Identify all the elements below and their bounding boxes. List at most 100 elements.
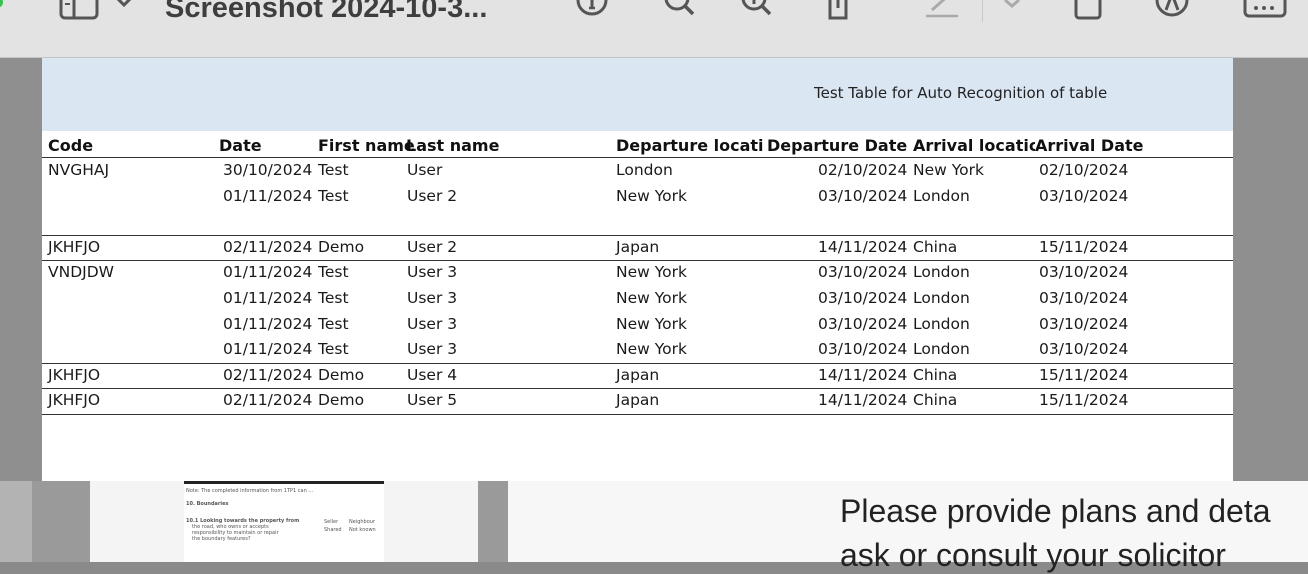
thumbnail-area: Note: The completed information from 1TP… <box>0 481 1308 573</box>
next-page-preview: Please provide plans and deta ask or con… <box>508 481 1308 573</box>
table-row: 01/11/2024 Test User 3 New York 03/10/2024 Lo… <box>42 286 1233 312</box>
table-cell-code: NVGHAJ <box>48 161 110 179</box>
table-title: Test Table for Auto Recognition of table <box>814 84 1108 102</box>
table-cell-dep-date: 02/10/2024 <box>818 161 908 179</box>
zoom-out-icon[interactable] <box>660 0 700 22</box>
thumbnail-option: Seller <box>324 519 339 525</box>
table-cell-dep-loc: New York <box>616 263 687 282</box>
table-row: NVGHAJ 30/10/2024 Test User London 02/10/2024… <box>42 158 1233 184</box>
chevron-down-icon[interactable] <box>112 0 136 22</box>
table-cell-dep-loc: London <box>616 161 673 179</box>
thumbnail-content: Note: The completed information from 1TP… <box>184 481 384 562</box>
table-cell-date: 01/11/2024 <box>223 263 313 282</box>
table-cell-last: User 3 <box>407 340 458 359</box>
thumbnail-question-line: the boundary features? <box>192 536 251 542</box>
toolbar: Screenshot 2024-10-3... <box>0 0 1308 58</box>
header-code: Code <box>48 136 94 155</box>
table-cell-arr-date: 15/11/2024 <box>1039 365 1129 384</box>
table-cell-first: Test <box>318 161 349 179</box>
chevron-down-icon[interactable] <box>1000 0 1024 22</box>
table-cell-arr-loc: London <box>913 263 970 282</box>
table-cell-date: 01/11/2024 <box>223 314 313 333</box>
table-cell-code: VNDJDW <box>48 263 114 282</box>
table-cell-dep-loc: Japan <box>616 391 660 410</box>
highlight-icon[interactable] <box>922 0 962 22</box>
table-cell-last: User 2 <box>407 186 458 205</box>
header-last-name: Last name <box>406 136 500 155</box>
thumbnail-option: Shared <box>324 527 342 533</box>
table-cell-last: User 4 <box>407 365 458 384</box>
thumbnail-heading: 10. Boundaries <box>186 501 229 507</box>
document-title[interactable]: Screenshot 2024-10-3... <box>165 0 487 28</box>
table-header: Code Date First name Last name Departure… <box>42 134 1233 158</box>
table-cell-last: User 5 <box>407 391 458 410</box>
table-cell-first: Demo <box>318 237 365 256</box>
table-cell-arr-date: 03/10/2024 <box>1039 289 1129 307</box>
table-cell-date: 01/11/2024 <box>223 186 313 205</box>
table-cell-arr-date: 02/10/2024 <box>1039 161 1129 179</box>
table-cell-date: 02/11/2024 <box>223 391 313 410</box>
table-cell-last: User <box>407 161 443 179</box>
document-page: Test Table for Auto Recognition of table… <box>42 58 1233 481</box>
thumbnail-rule <box>184 481 384 484</box>
header-departure-location: Departure locatic <box>616 136 764 155</box>
table-cell-first: Test <box>318 314 349 333</box>
table-cell-date: 30/10/2024 <box>223 161 313 179</box>
table-cell-last: User 3 <box>407 289 458 307</box>
table-cell-dep-loc: New York <box>616 314 687 333</box>
table-cell-arr-loc: London <box>913 314 970 333</box>
header-arrival-date: Arrival Date <box>1035 136 1144 155</box>
table-cell-dep-date: 03/10/2024 <box>818 186 908 205</box>
table-cell-dep-date: 03/10/2024 <box>818 314 908 333</box>
window-zoom-button[interactable] <box>0 0 3 8</box>
table-cell-dep-date: 14/11/2024 <box>818 237 908 256</box>
table-cell-arr-date: 03/10/2024 <box>1039 186 1129 205</box>
table-cell-code: JKHFJO <box>48 365 101 384</box>
table-cell-code: JKHFJO <box>48 391 101 410</box>
table-cell-first: Test <box>318 263 349 282</box>
next-page-line: ask or consult your solicitor <box>840 537 1226 573</box>
table-row <box>42 209 1233 236</box>
table-cell-dep-loc: Japan <box>616 237 660 256</box>
table-row: 01/11/2024 Test User 3 New York 03/10/2024 Lo… <box>42 337 1233 364</box>
table-cell-dep-date: 14/11/2024 <box>818 391 908 410</box>
table-cell-code: JKHFJO <box>48 237 101 256</box>
table-cell-arr-date: 15/11/2024 <box>1039 391 1129 410</box>
markup-icon[interactable] <box>1152 0 1192 22</box>
table-cell-dep-loc: New York <box>616 186 687 205</box>
table-banner: Test Table for Auto Recognition of table <box>42 58 1233 131</box>
table-cell-dep-loc: New York <box>616 340 687 359</box>
header-first-name: First name <box>318 136 415 155</box>
share-icon[interactable] <box>818 0 858 22</box>
table-cell-arr-date: 03/10/2024 <box>1039 340 1129 359</box>
table-cell-dep-date: 03/10/2024 <box>818 263 908 282</box>
thumbnail-strip: Note: The completed information from 1TP… <box>32 481 508 562</box>
table-cell-date: 02/11/2024 <box>223 237 313 256</box>
table-row: 01/11/2024 Test User 2 New York 03/10/2024 Lo… <box>42 184 1233 210</box>
rotate-icon[interactable] <box>1068 0 1108 22</box>
table-row: JKHFJO 02/11/2024 Demo User 4 Japan 14/11/202… <box>42 363 1233 390</box>
table-cell-date: 01/11/2024 <box>223 340 313 359</box>
table-cell-arr-date: 03/10/2024 <box>1039 314 1129 333</box>
table-cell-date: 02/11/2024 <box>223 365 313 384</box>
table-cell-first: Demo <box>318 365 365 384</box>
header-departure-date: Departure Date <box>767 136 908 155</box>
table-cell-first: Demo <box>318 391 365 410</box>
table-cell-first: Test <box>318 340 349 359</box>
table-cell-arr-loc: London <box>913 289 970 307</box>
toolbar-divider <box>982 0 983 22</box>
table-cell-last: User 3 <box>407 314 458 333</box>
table-cell-arr-loc: China <box>913 237 958 256</box>
table-cell-arr-loc: China <box>913 365 958 384</box>
more-icon[interactable] <box>1242 0 1290 22</box>
table-cell-dep-loc: New York <box>616 289 687 307</box>
header-date: Date <box>219 136 262 155</box>
table-row: JKHFJO 02/11/2024 Demo User 2 Japan 14/11/202… <box>42 235 1233 262</box>
thumbnail-page[interactable]: Note: The completed information from 1TP… <box>90 481 478 562</box>
zoom-in-icon[interactable] <box>737 0 777 22</box>
table-cell-arr-date: 15/11/2024 <box>1039 237 1129 256</box>
thumbnail-option: Neighbour <box>349 519 376 525</box>
sidebar-icon[interactable] <box>58 0 100 22</box>
table-cell-last: User 3 <box>407 263 458 282</box>
info-icon[interactable] <box>572 0 612 22</box>
